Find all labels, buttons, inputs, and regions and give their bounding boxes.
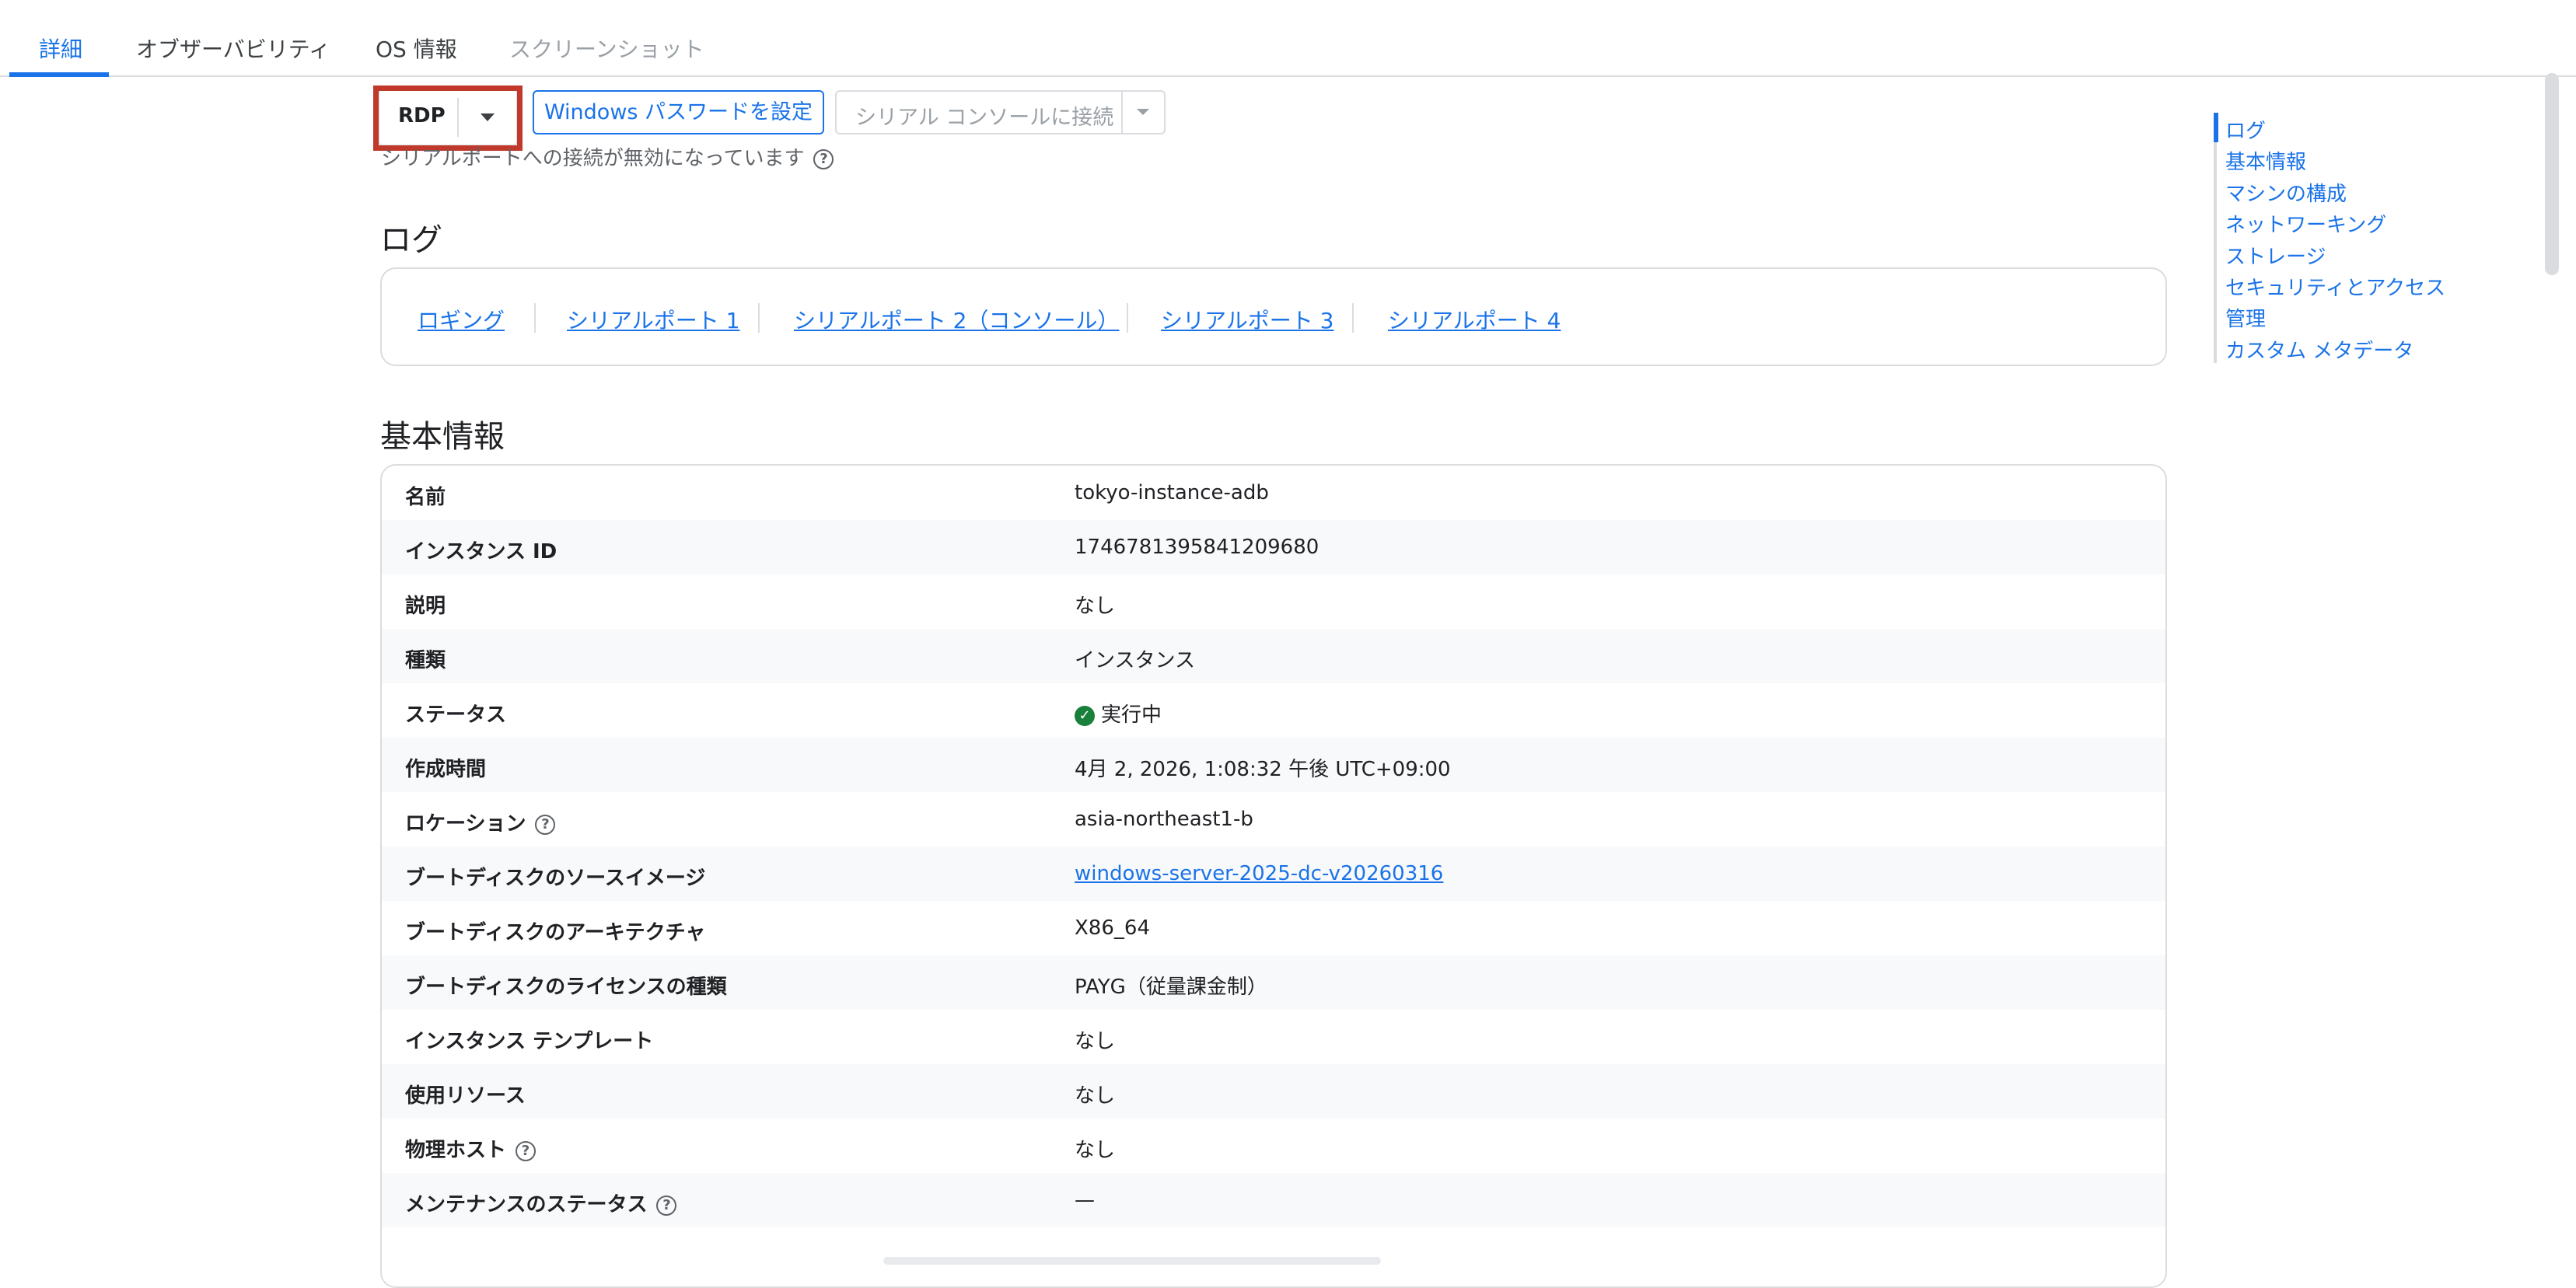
log-link-divider [1127, 303, 1128, 333]
basic-info-section-title: 基本情報 [380, 419, 505, 455]
row-value: なし [1075, 1030, 1116, 1053]
row-label-with-help: 物理ホスト? [405, 1134, 537, 1163]
table-row: 物理ホスト? なし [382, 1119, 2165, 1173]
basic-info-card: 名前 tokyo-instance-adb インスタンス ID 17467813… [380, 464, 2167, 1288]
help-circle-icon[interactable]: ? [516, 1140, 537, 1161]
toc-item-storage[interactable]: ストレージ [2225, 241, 2326, 270]
row-label: 作成時間 [405, 758, 487, 781]
row-value: asia-northeast1-b [1075, 808, 1253, 831]
help-circle-icon[interactable]: ? [535, 814, 556, 835]
status-text: 実行中 [1101, 703, 1162, 727]
table-row: インスタンス テンプレート なし [382, 1010, 2165, 1064]
table-row: 説明 なし [382, 574, 2165, 629]
row-label: 名前 [405, 486, 446, 509]
toc-item-basic-info[interactable]: 基本情報 [2225, 146, 2306, 175]
set-windows-password-button[interactable]: Windows パスワードを設定 [533, 90, 824, 134]
status-value: ✓ 実行中 [1075, 699, 1162, 728]
toc-track [2214, 113, 2217, 363]
toc-active-indicator [2214, 113, 2218, 142]
rdp-split-button[interactable]: RDP [378, 89, 518, 146]
log-link-divider [1352, 303, 1354, 333]
toc-item-security-access[interactable]: セキュリティとアクセス [2225, 272, 2445, 301]
serial-port-1-link[interactable]: シリアルポート 1 [567, 304, 739, 335]
serial-console-split-button: シリアル コンソールに接続 [835, 90, 1166, 134]
row-label: ブートディスクのライセンスの種類 [405, 976, 727, 999]
serial-port-3-link[interactable]: シリアルポート 3 [1161, 304, 1333, 335]
row-value: 1746781395841209680 [1075, 536, 1319, 559]
help-circle-icon[interactable]: ? [813, 148, 834, 169]
log-links-card: ロギング シリアルポート 1 シリアルポート 2（コンソール） シリアルポート … [380, 267, 2167, 366]
row-value: — [1075, 1189, 1095, 1212]
source-image-link[interactable]: windows-server-2025-dc-v20260316 [1075, 862, 1443, 885]
row-value: インスタンス [1075, 649, 1195, 672]
row-label-text: 物理ホスト [405, 1139, 507, 1162]
log-link-divider [534, 303, 536, 333]
row-value: 4月 2, 2026, 1:08:32 午後 UTC+09:00 [1075, 758, 1451, 781]
rdp-divider [457, 98, 459, 137]
row-label-text: ロケーション [405, 812, 526, 836]
toc-item-log[interactable]: ログ [2225, 115, 2266, 144]
row-label: ブートディスクのアーキテクチャ [405, 921, 706, 944]
table-row: 作成時間 4月 2, 2026, 1:08:32 午後 UTC+09:00 [382, 738, 2165, 792]
table-row: ステータス ✓ 実行中 [382, 683, 2165, 738]
row-value: なし [1075, 1139, 1116, 1162]
row-label-with-help: メンテナンスのステータス? [405, 1189, 677, 1217]
row-label: 使用リソース [405, 1084, 526, 1108]
tab-bar: 詳細 オブザーバビリティ OS 情報 スクリーンショット [0, 0, 2576, 77]
table-row: 名前 tokyo-instance-adb [382, 466, 2165, 520]
tab-os-info[interactable]: OS 情報 [376, 33, 457, 64]
bottom-bar [883, 1257, 1381, 1265]
tab-details[interactable]: 詳細 [39, 33, 82, 64]
row-label: ステータス [405, 703, 507, 727]
row-label: 種類 [405, 649, 446, 672]
active-tab-indicator [9, 72, 109, 77]
row-value: X86_64 [1075, 916, 1150, 940]
row-value: なし [1075, 1084, 1116, 1108]
tab-screenshot: スクリーンショット [509, 37, 704, 62]
rdp-button-label[interactable]: RDP [398, 104, 446, 127]
help-circle-icon[interactable]: ? [656, 1195, 677, 1216]
log-link-divider [758, 303, 760, 333]
toc-item-custom-metadata[interactable]: カスタム メタデータ [2225, 335, 2413, 364]
serial-console-divider [1121, 92, 1123, 133]
row-value: tokyo-instance-adb [1075, 481, 1269, 504]
row-value: PAYG（従量課金制） [1075, 976, 1267, 999]
row-label: ブートディスクのソースイメージ [405, 867, 706, 890]
toc-item-management[interactable]: 管理 [2225, 303, 2266, 332]
serial-port-2-link[interactable]: シリアルポート 2（コンソール） [794, 304, 1119, 335]
table-row: メンテナンスのステータス? — [382, 1173, 2165, 1227]
table-row: 使用リソース なし [382, 1064, 2165, 1119]
row-value: なし [1075, 595, 1116, 618]
row-label: インスタンス ID [405, 540, 557, 564]
serial-port-4-link[interactable]: シリアルポート 4 [1388, 304, 1561, 335]
table-row: ロケーション? asia-northeast1-b [382, 792, 2165, 846]
log-section-title: ログ [380, 222, 442, 258]
caret-down-icon[interactable] [481, 113, 495, 121]
logging-link[interactable]: ロギング [418, 304, 505, 335]
scrollbar-thumb[interactable] [2545, 73, 2559, 275]
toc-item-machine-config[interactable]: マシンの構成 [2225, 178, 2347, 207]
tab-observability[interactable]: オブザーバビリティ [136, 33, 330, 64]
table-row: ブートディスクのアーキテクチャ X86_64 [382, 901, 2165, 955]
serial-console-label: シリアル コンソールに接続 [855, 106, 1114, 130]
row-label-text: メンテナンスのステータス [405, 1193, 648, 1216]
serial-disabled-text: シリアルポートへの接続が無効になっています [381, 147, 805, 170]
serial-disabled-note: シリアルポートへの接続が無効になっています? [381, 142, 834, 171]
table-row: ブートディスクのライセンスの種類 PAYG（従量課金制） [382, 955, 2165, 1010]
row-label-with-help: ロケーション? [405, 808, 556, 836]
check-circle-icon: ✓ [1075, 705, 1095, 726]
row-label: インスタンス テンプレート [405, 1030, 654, 1053]
table-row: ブートディスクのソースイメージ windows-server-2025-dc-v… [382, 846, 2165, 901]
table-row: インスタンス ID 1746781395841209680 [382, 520, 2165, 574]
table-row: 種類 インスタンス [382, 629, 2165, 683]
row-label: 説明 [405, 595, 446, 618]
caret-down-icon [1137, 109, 1149, 115]
toc-item-networking[interactable]: ネットワーキング [2225, 209, 2386, 238]
